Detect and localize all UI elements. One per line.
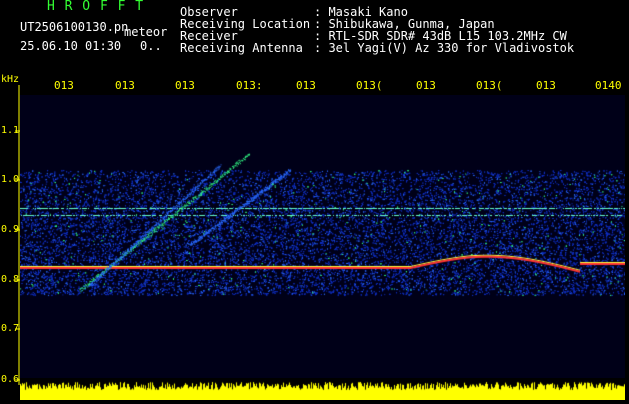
extra-label: 0..: [140, 39, 162, 53]
signal-level-canvas: [20, 378, 625, 400]
x-tick-label: 013(: [476, 79, 503, 92]
x-tick-label: 013(: [356, 79, 383, 92]
antenna-label: Receiving Antenna: [180, 41, 303, 55]
x-tick-label: 013: [175, 79, 195, 92]
x-tick-label: 013: [296, 79, 316, 92]
y-axis: [15, 85, 20, 385]
x-tick-label: 0140: [595, 79, 622, 92]
antenna-value: : 3el Yagi(V) Az 330 for Vladivostok: [314, 41, 575, 55]
type-label: meteor: [124, 25, 168, 39]
x-tick-label: 013: [54, 79, 74, 92]
x-tick-label: 013: [115, 79, 135, 92]
datetime-label: 25.06.10 01:30: [20, 39, 122, 53]
x-tick-label: 013: [536, 79, 556, 92]
spectrogram-canvas: [20, 95, 625, 378]
hrofft-logo: H R O F F T: [47, 0, 145, 14]
x-tick-label: 013:: [236, 79, 263, 92]
x-tick-label: 013: [416, 79, 436, 92]
filename-label: UT2506100130.pn: [20, 20, 129, 34]
spectrogram-plot: [20, 95, 625, 378]
signal-level-bar: [20, 378, 625, 400]
